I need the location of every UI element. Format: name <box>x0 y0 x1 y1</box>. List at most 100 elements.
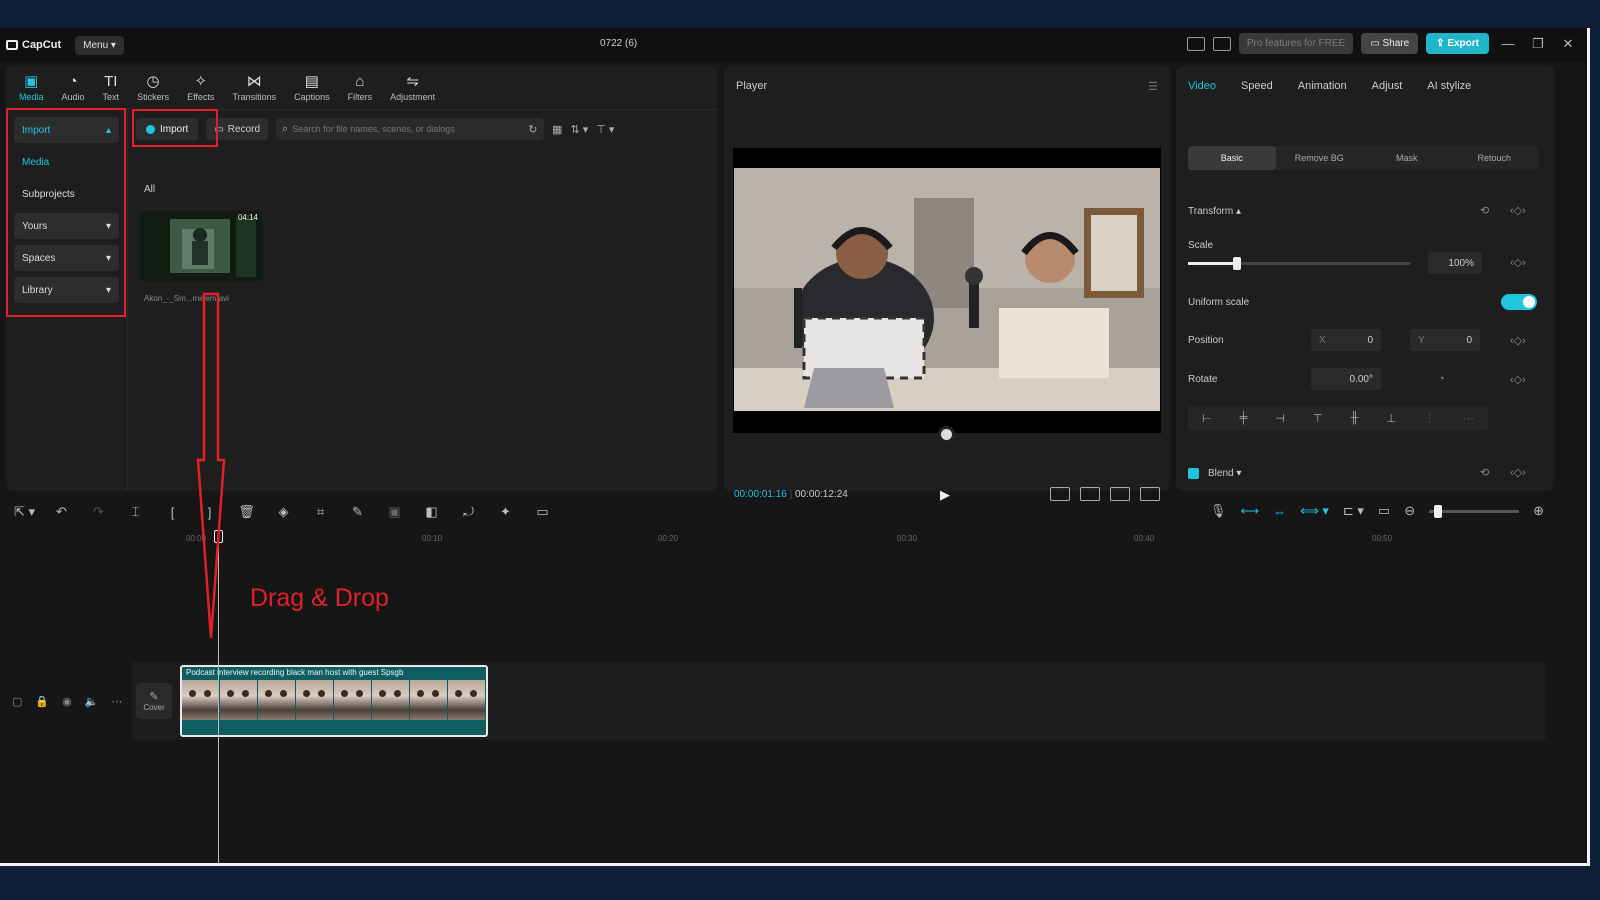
keyframe-icon[interactable]: ‹◇› <box>1510 466 1526 479</box>
split-icon[interactable]: ⌶ <box>117 504 154 520</box>
align-center-h-icon[interactable]: ╪ <box>1240 412 1248 424</box>
player-menu-icon[interactable]: ☰ <box>1148 80 1158 93</box>
uniform-scale-toggle[interactable] <box>1501 294 1537 310</box>
rotate-value-field[interactable]: 0.00° <box>1311 368 1381 390</box>
zoom-out-icon[interactable]: ⊖ <box>1404 503 1415 519</box>
subtab-mask[interactable]: Mask <box>1363 146 1451 170</box>
layout-icon[interactable] <box>1186 36 1205 51</box>
align-left-icon[interactable]: ⊢ <box>1202 412 1212 425</box>
tab-media[interactable]: ▣ Media <box>10 66 53 109</box>
zoom-slider-handle[interactable] <box>1433 504 1442 518</box>
freeze-icon[interactable]: ▣ <box>376 504 413 520</box>
subtab-retouch[interactable]: Retouch <box>1451 146 1539 170</box>
lock-icon[interactable]: 🔒 <box>35 695 49 708</box>
magnet-main-icon[interactable]: ⟷ <box>1240 503 1259 519</box>
pro-features-button[interactable]: Pro features for FREE <box>1238 33 1354 54</box>
crop-icon[interactable]: ⌗ <box>302 504 339 520</box>
tab-effects[interactable]: ✧ Effects <box>178 66 223 109</box>
sidebar-item-media[interactable]: Media <box>14 149 119 175</box>
import-button[interactable]: Import <box>136 118 199 140</box>
microphone-icon[interactable]: 🎙 <box>1210 503 1227 519</box>
mirror-icon[interactable]: ◧ <box>413 504 450 520</box>
filter-icon[interactable]: ⊤ ▾ <box>596 123 614 136</box>
align-right-icon[interactable]: ⊣ <box>1275 412 1285 425</box>
subtab-basic[interactable]: Basic <box>1188 146 1276 170</box>
export-button[interactable]: ⇪ Export <box>1426 33 1489 54</box>
blend-checkbox[interactable] <box>1188 468 1199 479</box>
sort-icon[interactable]: ⇅ ▾ <box>570 123 588 136</box>
delete-icon[interactable]: 🗑 <box>228 504 265 520</box>
sidebar-item-yours[interactable]: Yours ▾ <box>14 213 119 239</box>
refresh-icon[interactable]: ↻ <box>528 123 537 136</box>
cover-button[interactable]: ✎ Cover <box>136 683 172 719</box>
rotate-dial-icon[interactable]: ◔ <box>1438 373 1445 385</box>
tab-speed[interactable]: Speed <box>1241 80 1273 92</box>
keyframe-icon[interactable]: ‹◇› <box>1510 256 1526 269</box>
snap-icon[interactable]: ⟺ ▾ <box>1300 503 1329 519</box>
more-icon[interactable]: ⋯ <box>111 695 122 708</box>
speaker-icon[interactable]: 🔈 <box>85 695 99 708</box>
undo-icon[interactable]: ↶ <box>43 504 80 520</box>
split-left-icon[interactable]: [ <box>154 505 191 520</box>
keyframe-icon[interactable]: ‹◇› <box>1510 334 1526 347</box>
tab-adjustment[interactable]: ⇋ Adjustment <box>381 66 444 109</box>
tab-stickers[interactable]: ◷ Stickers <box>128 66 178 109</box>
tab-ai-stylize[interactable]: AI stylize <box>1427 80 1471 92</box>
zoom-slider[interactable] <box>1429 504 1520 518</box>
link-icon[interactable]: ⇔ <box>1273 504 1286 519</box>
close-button[interactable]: ✕ <box>1557 36 1579 52</box>
redo-icon[interactable]: ↷ <box>80 504 117 520</box>
tab-audio[interactable]: ◔ Audio <box>53 66 94 109</box>
caption-icon[interactable]: ▭ <box>1378 503 1390 519</box>
distribute-h-icon[interactable]: ⋮ <box>1424 412 1435 425</box>
zoom-in-icon[interactable]: ⊕ <box>1533 503 1544 519</box>
eye-icon[interactable]: ◉ <box>62 695 72 708</box>
rotate-clip-icon[interactable]: ⤾ <box>450 504 487 520</box>
tab-transitions[interactable]: ⋈ Transitions <box>223 66 285 109</box>
timeline-clip[interactable]: Podcast interview recording black man ho… <box>180 665 488 737</box>
media-thumbnail[interactable]: 04:14 <box>140 211 262 281</box>
video-preview[interactable] <box>733 148 1161 433</box>
sidebar-item-import[interactable]: Import ▴ <box>14 117 119 143</box>
track-select-icon[interactable]: ▢ <box>12 695 22 708</box>
tab-video[interactable]: Video <box>1188 80 1216 92</box>
select-tool-icon[interactable]: ⇱ ▾ <box>6 504 43 520</box>
align-center-v-icon[interactable]: ╫ <box>1351 412 1359 424</box>
reset-icon[interactable]: ⟲ <box>1480 204 1489 217</box>
reset-icon[interactable]: ⟲ <box>1480 466 1489 479</box>
minimize-button[interactable]: — <box>1497 36 1519 51</box>
sidebar-item-subprojects[interactable]: Subprojects <box>14 181 119 207</box>
sidebar-item-spaces[interactable]: Spaces ▾ <box>14 245 119 271</box>
position-y-field[interactable]: Y0 <box>1410 329 1480 351</box>
tab-animation[interactable]: Animation <box>1298 80 1347 92</box>
keyframe-icon[interactable]: ‹◇› <box>1510 373 1526 386</box>
scale-slider[interactable] <box>1188 257 1410 270</box>
tab-filters[interactable]: ⌂ Filters <box>339 66 382 109</box>
timeline-ruler[interactable]: 00:00 00:10 00:20 00:30 00:40 00:50 <box>132 530 1554 550</box>
scale-value-field[interactable]: 100% <box>1428 252 1482 274</box>
tab-adjust[interactable]: Adjust <box>1372 80 1403 92</box>
position-x-field[interactable]: X0 <box>1311 329 1381 351</box>
maximize-button[interactable]: ❐ <box>1527 36 1549 52</box>
auto-reframe-icon[interactable]: ✎ <box>339 504 376 520</box>
distribute-v-icon[interactable]: ⋯ <box>1463 412 1474 425</box>
record-button[interactable]: ▭ Record <box>206 118 269 140</box>
menu-button[interactable]: Menu ▾ <box>75 35 124 55</box>
shortcut-icon[interactable] <box>1212 36 1231 51</box>
tab-captions[interactable]: ▤ Captions <box>285 66 339 109</box>
share-button[interactable]: ▭ Share <box>1361 33 1419 54</box>
sidebar-item-library[interactable]: Library ▾ <box>14 277 119 303</box>
transform-header[interactable]: Transform ▴ <box>1188 206 1241 217</box>
keyframe-icon[interactable]: ‹◇› <box>1510 204 1526 217</box>
filter-all-label[interactable]: All <box>144 184 155 195</box>
blend-header[interactable]: Blend ▾ <box>1208 468 1241 479</box>
magic-icon[interactable]: ✦ <box>487 504 524 520</box>
preview-axis-icon[interactable]: ⊏ ▾ <box>1343 503 1364 519</box>
align-top-icon[interactable]: ⊤ <box>1313 412 1323 425</box>
subtab-remove-bg[interactable]: Remove BG <box>1276 146 1364 170</box>
fit-icon[interactable]: ▭ <box>524 504 561 520</box>
scale-slider-handle[interactable] <box>1232 257 1241 270</box>
marker-icon[interactable]: ◈ <box>265 504 302 520</box>
tab-text[interactable]: TI Text <box>94 66 129 109</box>
search-input[interactable] <box>292 124 525 134</box>
